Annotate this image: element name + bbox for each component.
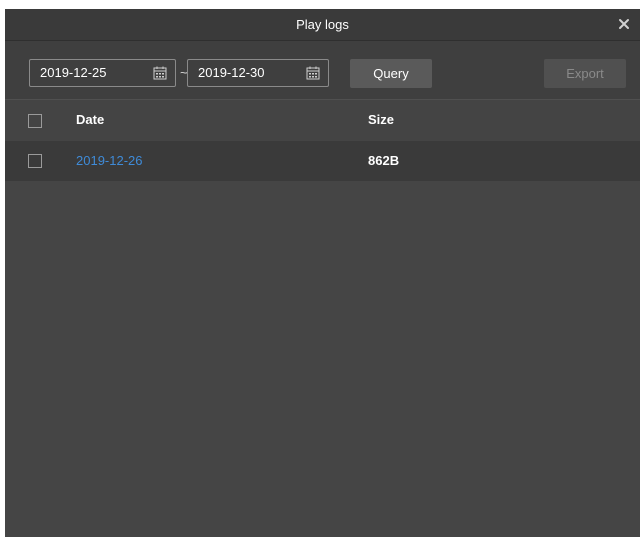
export-button[interactable]: Export	[544, 59, 626, 88]
column-header-date: Date	[76, 112, 105, 127]
row-date-link[interactable]: 2019-12-26	[76, 141, 143, 181]
dialog-title: Play logs	[296, 17, 349, 32]
calendar-icon[interactable]	[153, 66, 167, 80]
column-header-size: Size	[368, 112, 395, 127]
end-date-input[interactable]: 2019-12-30	[187, 59, 329, 87]
table-row[interactable]: 2019-12-26 862B	[5, 141, 640, 181]
dialog-titlebar: Play logs	[5, 9, 640, 41]
row-checkbox[interactable]	[28, 154, 42, 168]
play-logs-dialog: Play logs 2019-12-25 ~ 2019-12-30 Query …	[5, 9, 640, 537]
end-date-value: 2019-12-30	[198, 65, 265, 80]
calendar-icon[interactable]	[306, 66, 320, 80]
row-size: 862B	[368, 153, 400, 168]
select-all-checkbox[interactable]	[28, 114, 42, 128]
close-button[interactable]	[614, 14, 634, 34]
close-icon	[619, 19, 629, 29]
query-button[interactable]: Query	[350, 59, 432, 88]
toolbar: 2019-12-25 ~ 2019-12-30 Query Export	[5, 41, 640, 99]
start-date-value: 2019-12-25	[40, 65, 107, 80]
table-header: Date Size	[5, 99, 640, 141]
start-date-input[interactable]: 2019-12-25	[29, 59, 176, 87]
